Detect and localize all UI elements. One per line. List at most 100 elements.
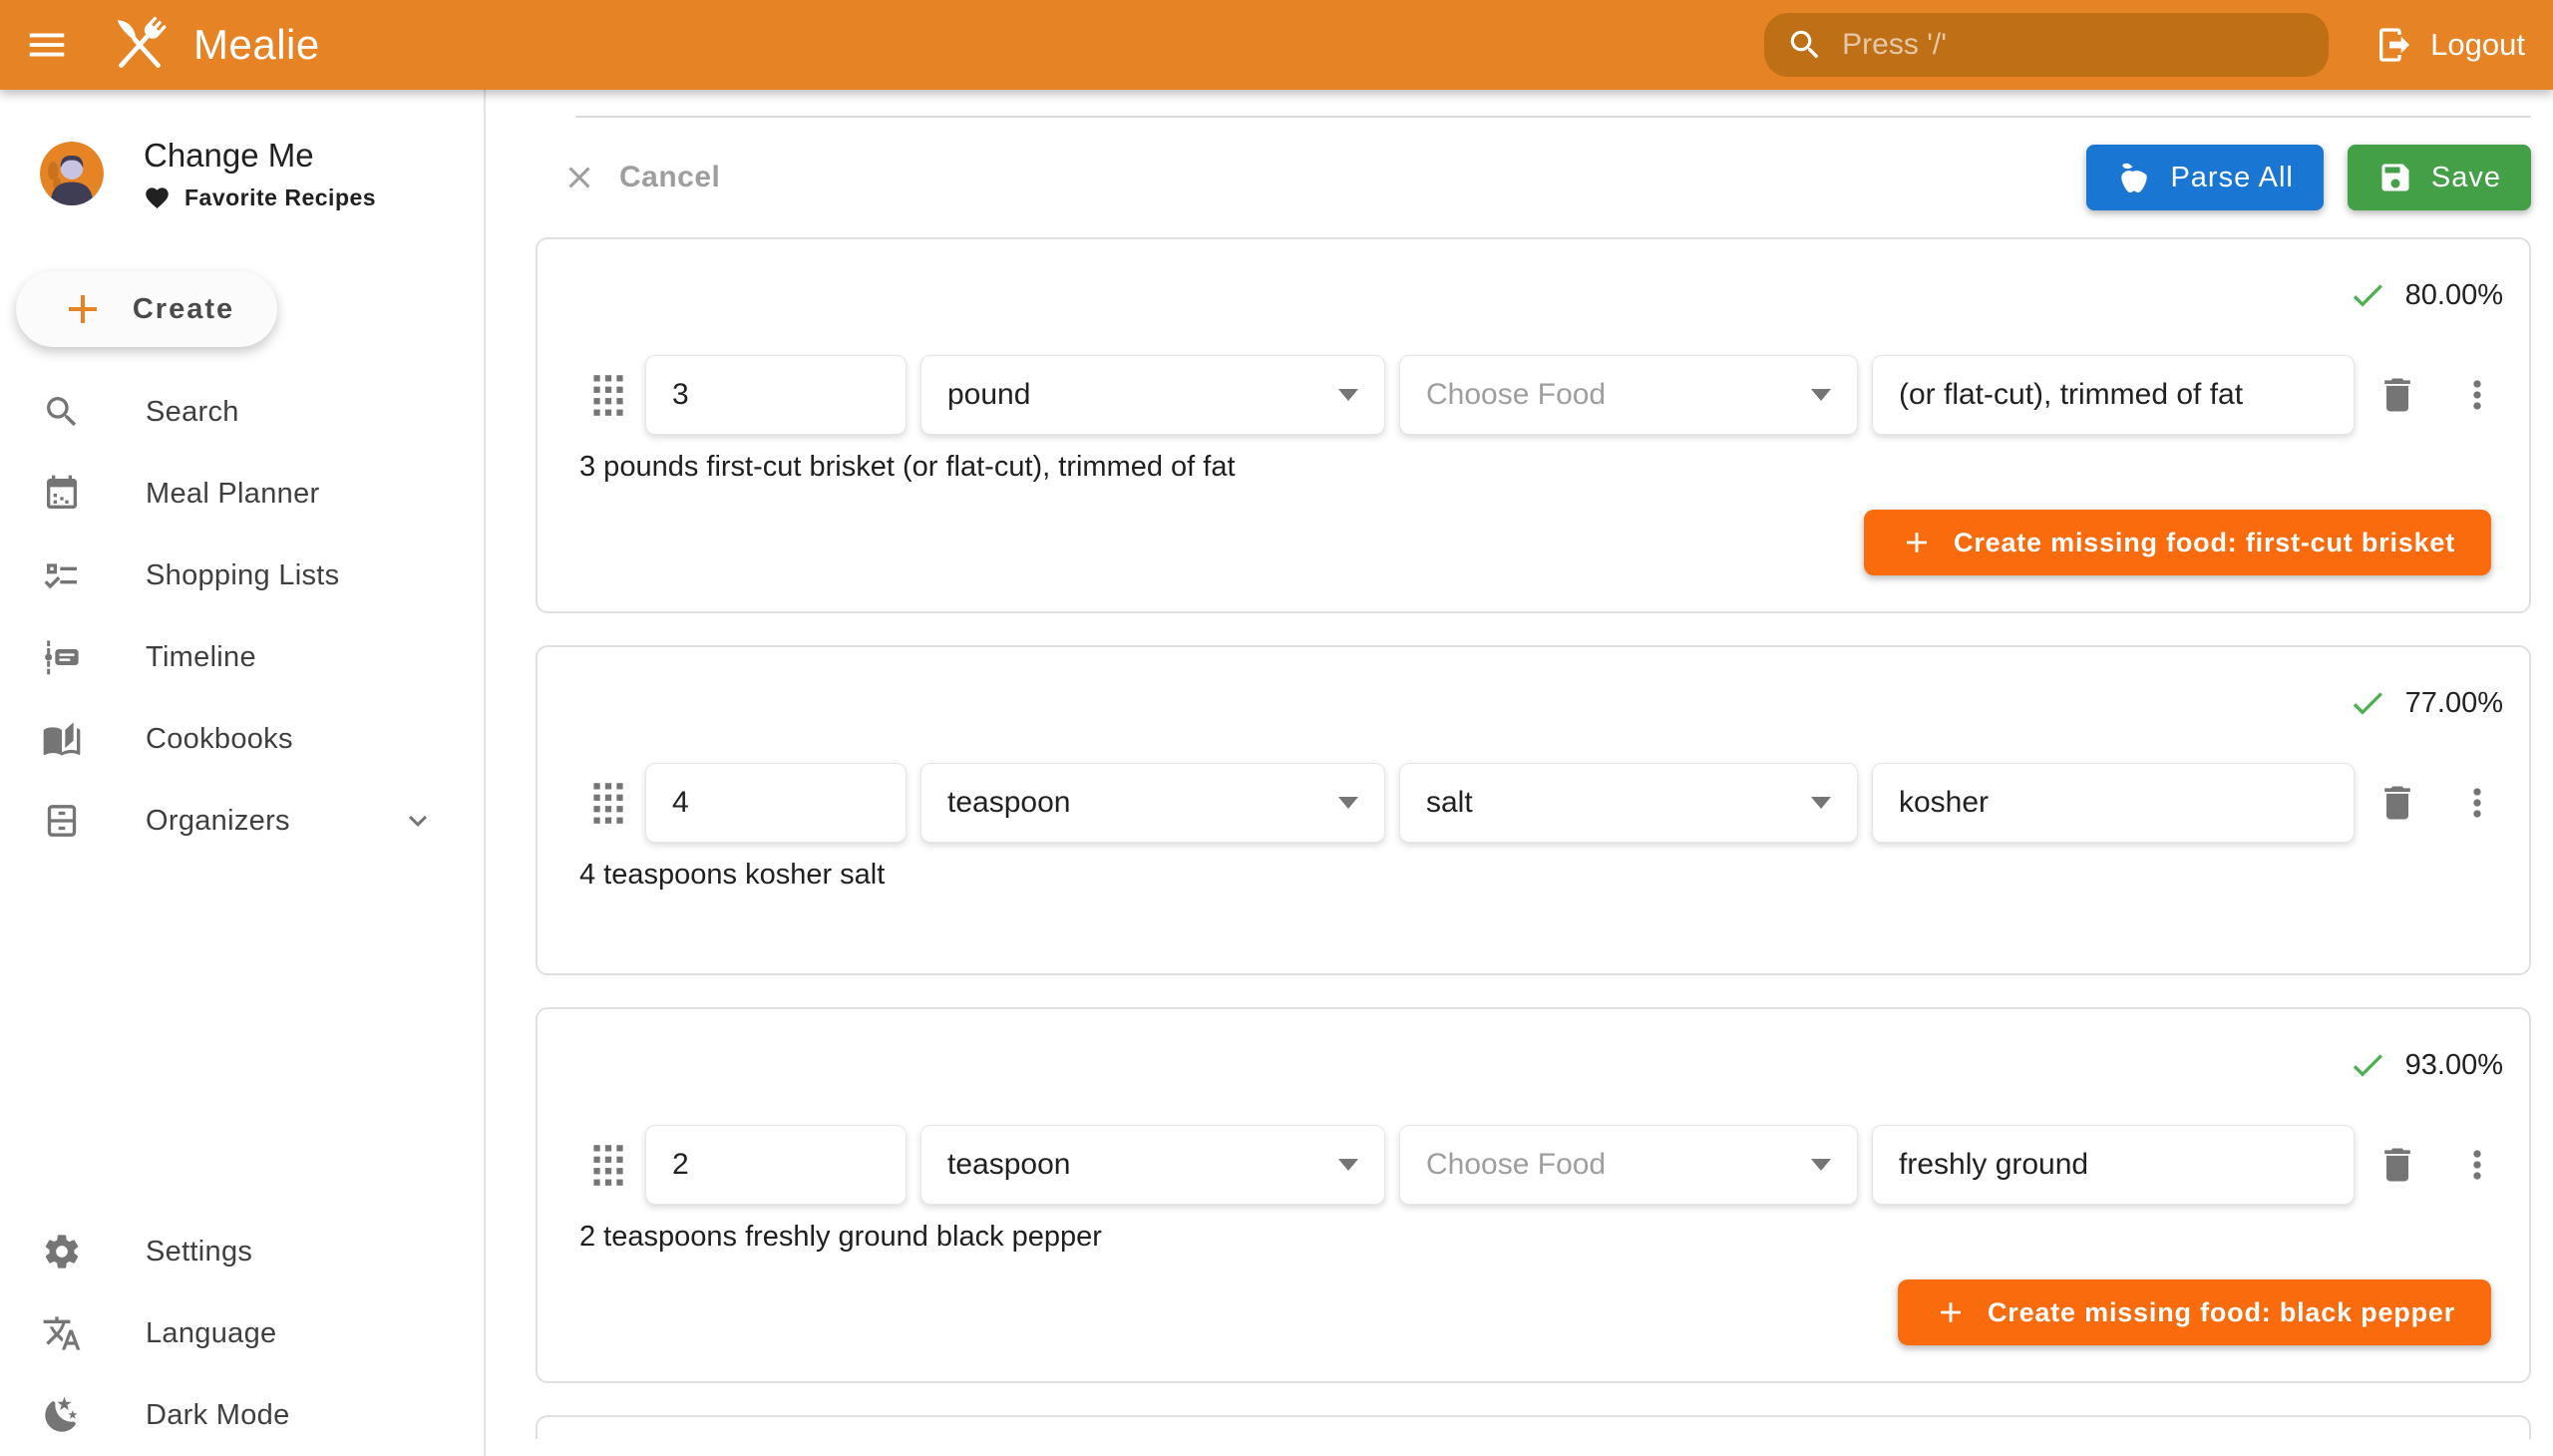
dropdown-arrow-icon <box>1338 389 1358 401</box>
create-button[interactable]: Create <box>16 271 277 347</box>
ingredient-card: 80.00% pound Choose Food <box>536 237 2531 613</box>
sidebar-item-cookbooks[interactable]: Cookbooks <box>0 698 484 780</box>
close-icon <box>561 160 597 195</box>
check-icon <box>2348 1045 2387 1085</box>
save-button[interactable]: Save <box>2348 145 2531 210</box>
sidebar-item-search[interactable]: Search <box>0 371 484 453</box>
heart-icon <box>144 184 171 211</box>
user-text: Change Me Favorite Recipes <box>144 137 376 211</box>
unit-select[interactable]: teaspoon <box>920 763 1385 843</box>
more-options-button[interactable] <box>2455 373 2499 417</box>
dropdown-arrow-icon <box>1338 797 1358 809</box>
confidence-value: 93.00% <box>2405 1049 2503 1082</box>
delete-button[interactable] <box>2375 1143 2419 1187</box>
sidebar-item-dark-mode[interactable]: Dark Mode <box>0 1374 484 1456</box>
plus-icon <box>1934 1295 1968 1329</box>
food-value: salt <box>1426 786 1473 820</box>
food-placeholder: Choose Food <box>1426 1148 1606 1182</box>
sidebar-bottom-nav: Settings Language Dark Mode <box>0 1211 484 1456</box>
timeline-icon <box>42 637 82 677</box>
ingredient-card: 93.00% teaspoon Choose Food <box>536 1007 2531 1383</box>
original-ingredient-text: 2 teaspoons freshly ground black pepper <box>579 1221 2503 1254</box>
sidebar-item-label: Meal Planner <box>146 478 319 511</box>
chevron-down-icon <box>400 803 436 839</box>
ingredient-fields-row: pound Choose Food <box>563 355 2503 435</box>
sidebar-item-label: Dark Mode <box>146 1399 290 1432</box>
parse-all-button[interactable]: Parse All <box>2086 145 2323 210</box>
favorite-recipes-label: Favorite Recipes <box>184 184 376 211</box>
sidebar-nav: Search Meal Planner Shopping Lists Timel… <box>0 371 484 862</box>
cancel-button[interactable]: Cancel <box>561 160 720 195</box>
check-icon <box>2348 683 2387 723</box>
sidebar-item-label: Settings <box>146 1236 252 1269</box>
top-app-bar: Mealie Press '/' Logout <box>0 0 2553 90</box>
missing-food-row: Create missing food: black pepper <box>563 1279 2503 1345</box>
confidence-value: 80.00% <box>2405 279 2503 312</box>
food-placeholder: Choose Food <box>1426 378 1606 412</box>
sidebar-item-organizers[interactable]: Organizers <box>0 780 484 862</box>
food-select[interactable]: salt <box>1399 763 1858 843</box>
sidebar-item-timeline[interactable]: Timeline <box>0 616 484 698</box>
sidebar-item-meal-planner[interactable]: Meal Planner <box>0 453 484 535</box>
food-select[interactable]: Choose Food <box>1399 1125 1858 1205</box>
app-title: Mealie <box>193 21 320 69</box>
moon-icon <box>42 1395 82 1435</box>
search-icon <box>42 392 82 432</box>
search-placeholder: Press '/' <box>1842 28 1947 62</box>
dropdown-arrow-icon <box>1811 389 1831 401</box>
app-window: Mealie Press '/' Logout <box>0 0 2553 1456</box>
note-input[interactable] <box>1872 763 2355 843</box>
logout-button[interactable]: Logout <box>2374 25 2525 65</box>
food-select[interactable]: Choose Food <box>1399 355 1858 435</box>
user-profile[interactable]: Change Me Favorite Recipes <box>40 128 468 219</box>
organizers-icon <box>42 801 82 841</box>
create-missing-food-label: Create missing food: black pepper <box>1988 1297 2455 1328</box>
sidebar-item-label: Timeline <box>146 641 256 674</box>
ingredient-card: 77.00% teaspoon salt <box>536 645 2531 975</box>
apple-icon <box>2116 160 2152 195</box>
note-input[interactable] <box>1872 1125 2355 1205</box>
sidebar-item-label: Language <box>146 1317 276 1350</box>
confidence-indicator: 80.00% <box>563 275 2503 315</box>
quantity-input[interactable] <box>645 1125 907 1205</box>
create-missing-food-label: Create missing food: first-cut brisket <box>1954 528 2455 558</box>
parser-toolbar: Cancel Parse All Save <box>536 118 2531 237</box>
confidence-value: 77.00% <box>2405 687 2503 720</box>
sidebar: Change Me Favorite Recipes Create Search <box>0 90 486 1456</box>
note-input[interactable] <box>1872 355 2355 435</box>
dropdown-arrow-icon <box>1811 797 1831 809</box>
logout-icon <box>2374 25 2414 65</box>
plus-icon <box>1900 526 1934 559</box>
drag-handle-icon[interactable] <box>589 1140 627 1190</box>
drag-handle-icon[interactable] <box>589 778 627 828</box>
quantity-input[interactable] <box>645 763 907 843</box>
delete-button[interactable] <box>2375 781 2419 825</box>
search-bar[interactable]: Press '/' <box>1764 13 2329 77</box>
original-ingredient-text: 4 teaspoons kosher salt <box>579 859 2503 892</box>
quantity-input[interactable] <box>645 355 907 435</box>
sidebar-item-label: Organizers <box>146 805 290 838</box>
mealie-logo-icon <box>100 5 180 85</box>
cancel-label: Cancel <box>619 161 720 194</box>
dropdown-arrow-icon <box>1338 1159 1358 1171</box>
more-options-button[interactable] <box>2455 1143 2499 1187</box>
delete-button[interactable] <box>2375 373 2419 417</box>
save-icon <box>2377 160 2413 195</box>
unit-select[interactable]: pound <box>920 355 1385 435</box>
unit-value: pound <box>947 378 1030 412</box>
create-missing-food-button[interactable]: Create missing food: first-cut brisket <box>1864 510 2491 575</box>
main-content: Cancel Parse All Save 80.00% <box>486 90 2553 1456</box>
more-options-button[interactable] <box>2455 781 2499 825</box>
confidence-indicator: 77.00% <box>563 683 2503 723</box>
drag-handle-icon[interactable] <box>589 370 627 420</box>
sidebar-item-label: Search <box>146 396 239 429</box>
sidebar-item-language[interactable]: Language <box>0 1292 484 1374</box>
menu-button[interactable] <box>24 22 70 68</box>
unit-select[interactable]: teaspoon <box>920 1125 1385 1205</box>
sidebar-item-settings[interactable]: Settings <box>0 1211 484 1292</box>
ingredient-fields-row: teaspoon salt <box>563 763 2503 843</box>
sidebar-item-shopping-lists[interactable]: Shopping Lists <box>0 535 484 616</box>
translate-icon <box>42 1313 82 1353</box>
favorite-recipes-link[interactable]: Favorite Recipes <box>144 184 376 211</box>
create-missing-food-button[interactable]: Create missing food: black pepper <box>1898 1279 2491 1345</box>
